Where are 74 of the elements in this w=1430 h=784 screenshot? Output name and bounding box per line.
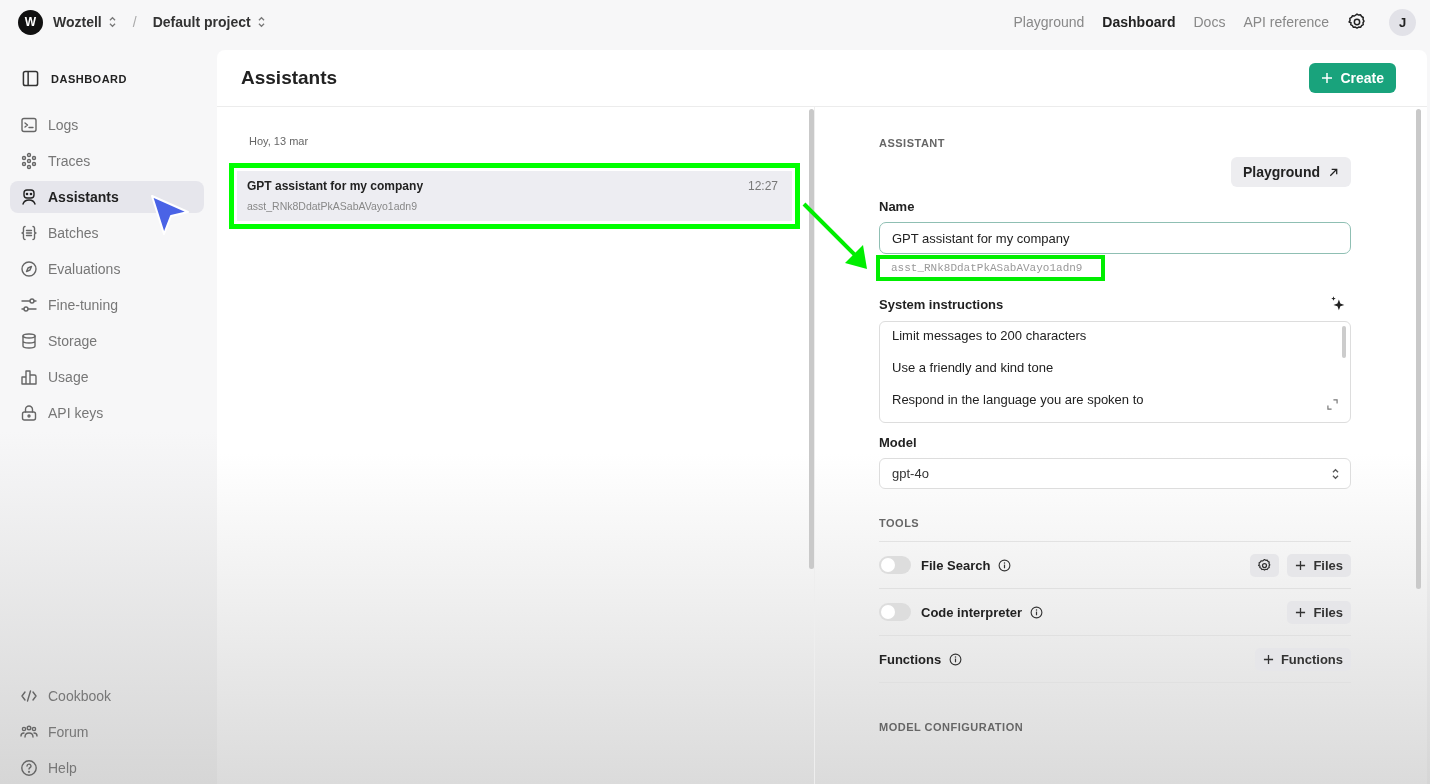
sidebar-item[interactable]: Usage: [10, 361, 204, 393]
code-icon: [20, 687, 38, 705]
sidebar-link[interactable]: Help: [10, 752, 204, 784]
usage-icon: [20, 368, 38, 386]
section-heading: MODEL CONFIGURATION: [879, 721, 1025, 733]
traces-icon: [20, 152, 38, 170]
scrollbar[interactable]: [809, 109, 814, 569]
people-icon: [20, 723, 38, 741]
info-icon[interactable]: [998, 558, 1012, 572]
project-switcher[interactable]: Default project: [150, 14, 268, 30]
help-icon: [20, 759, 38, 777]
page-title: Assistants: [241, 67, 338, 89]
sidebar-item[interactable]: Fine-tuning: [10, 289, 204, 321]
tool-label: Functions: [879, 651, 942, 667]
toggle-switch[interactable]: [879, 603, 911, 621]
tool-label: Code interpreter: [921, 604, 1023, 620]
nav-link[interactable]: Docs: [1193, 14, 1226, 30]
evaluations-icon: [20, 260, 38, 278]
add-button[interactable]: Files: [1287, 553, 1351, 577]
add-button[interactable]: Files: [1287, 600, 1351, 624]
storage-icon: [20, 332, 38, 350]
instructions-field[interactable]: Limit messages to 200 characters Use a friendly and kind tone Respond in the language you are spoken to: [879, 321, 1351, 423]
sidebar-link[interactable]: Cookbook: [10, 680, 204, 712]
finetuning-icon: [20, 296, 38, 314]
cursor-icon: [150, 194, 190, 236]
settings-icon[interactable]: [1347, 12, 1367, 32]
sidebar-item[interactable]: Traces: [10, 145, 204, 177]
sidebar-toggle-icon[interactable]: [22, 70, 39, 87]
plus-icon: [1295, 559, 1307, 571]
info-icon[interactable]: [949, 652, 963, 666]
batches-icon: [20, 224, 38, 242]
create-button[interactable]: Create: [1309, 63, 1396, 93]
nav-link[interactable]: Playground: [1013, 14, 1085, 30]
field-label: System instructions: [879, 296, 1004, 312]
nav-link[interactable]: API reference: [1243, 14, 1329, 30]
field-label: Model: [879, 435, 918, 450]
playground-button[interactable]: Playground: [1231, 157, 1351, 187]
sidebar-item[interactable]: Evaluations: [10, 253, 204, 285]
section-heading: ASSISTANT: [879, 137, 947, 149]
tool-label: File Search: [921, 557, 991, 573]
chevron-updown-icon: [107, 16, 117, 28]
model-select[interactable]: gpt-4o: [879, 458, 1351, 489]
name-input[interactable]: GPT assistant for my company: [879, 222, 1351, 254]
user-avatar[interactable]: J: [1389, 8, 1416, 36]
apikeys-icon: [20, 404, 38, 422]
external-link-icon: [1328, 166, 1339, 178]
logs-icon: [20, 116, 38, 134]
sidebar-item[interactable]: API keys: [10, 397, 204, 429]
sidebar-title: DASHBOARD: [51, 72, 127, 85]
breadcrumb-separator: /: [132, 14, 137, 30]
scrollbar[interactable]: [1416, 109, 1421, 589]
sidebar-item[interactable]: Storage: [10, 325, 204, 357]
chevron-updown-icon: [256, 16, 266, 28]
assistants-icon: [20, 188, 38, 206]
info-icon[interactable]: [1030, 605, 1044, 619]
toggle-switch[interactable]: [879, 556, 911, 574]
expand-icon[interactable]: [1327, 399, 1338, 410]
date-heading: Hoy, 13 mar: [248, 135, 310, 147]
nav-link[interactable]: Dashboard: [1102, 14, 1176, 30]
settings-icon: [1257, 557, 1273, 573]
section-heading: TOOLS: [879, 517, 921, 529]
plus-icon: [1321, 72, 1334, 84]
settings-button[interactable]: [1250, 553, 1280, 577]
plus-icon: [1295, 606, 1307, 618]
org-avatar[interactable]: W: [18, 9, 43, 35]
assistant-list-item[interactable]: GPT assistant for my company 12:27 asst_RNk8DdatPkASabAVayo1adn9: [229, 163, 800, 229]
field-label: Name: [879, 199, 916, 214]
sidebar-link[interactable]: Forum: [10, 716, 204, 748]
sidebar-item[interactable]: Logs: [10, 109, 204, 141]
plus-icon: [1262, 653, 1274, 665]
chevron-updown-icon: [1331, 467, 1340, 480]
org-switcher[interactable]: Woztell: [51, 14, 119, 30]
assistant-id: asst_RNk8DdatPkASabAVayo1adn9: [879, 258, 1103, 278]
sidebar-item[interactable]: Batches: [10, 217, 204, 249]
